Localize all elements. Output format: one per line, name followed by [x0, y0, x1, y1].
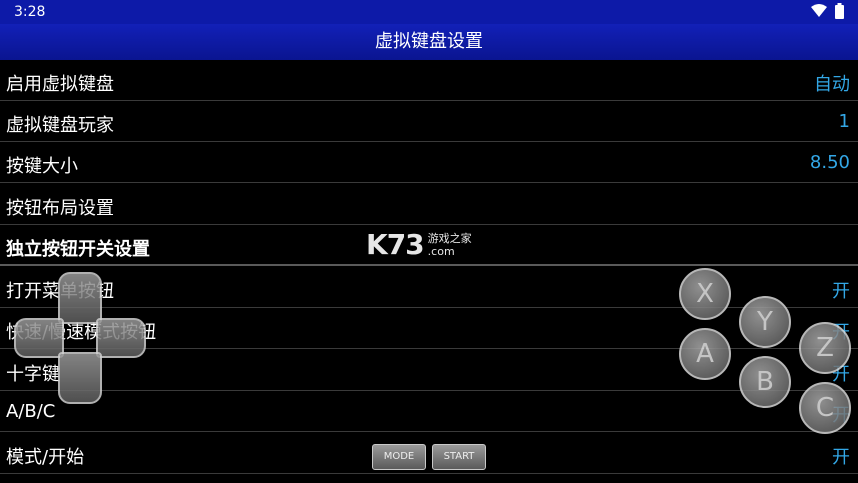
setting-label: 按键大小	[6, 156, 78, 177]
setting-label: 按钮布局设置	[6, 198, 114, 219]
setting-label: 启用虚拟键盘	[6, 74, 114, 95]
title-bar: 虚拟键盘设置	[0, 24, 858, 60]
setting-row-virtual-keyboard-player[interactable]: 虚拟键盘玩家 1	[0, 102, 858, 142]
setting-label: A/B/C	[6, 401, 56, 422]
setting-label: 模式/开始	[6, 447, 85, 468]
wifi-icon	[811, 4, 827, 17]
x-button[interactable]: X	[679, 268, 731, 320]
setting-value: 1	[838, 111, 850, 132]
z-button[interactable]: Z	[799, 322, 851, 374]
mode-button[interactable]: MODE	[372, 444, 426, 470]
setting-label: 十字键	[6, 364, 60, 385]
setting-row-enable-virtual-keyboard[interactable]: 启用虚拟键盘 自动	[0, 61, 858, 101]
dpad-left-button[interactable]	[14, 318, 64, 358]
setting-row-button-layout[interactable]: 按钮布局设置	[0, 185, 858, 225]
setting-value: 自动	[814, 74, 850, 95]
c-button[interactable]: C	[799, 382, 851, 434]
setting-row-mode-start[interactable]: 模式/开始 开	[0, 434, 858, 474]
dpad-up-button[interactable]	[58, 272, 102, 324]
watermark-logo-text: K73	[366, 228, 425, 261]
b-button[interactable]: B	[739, 356, 791, 408]
setting-value: 开	[832, 281, 850, 302]
battery-icon	[835, 3, 844, 19]
start-button[interactable]: START	[432, 444, 486, 470]
dpad-down-button[interactable]	[58, 352, 102, 404]
setting-label: 虚拟键盘玩家	[6, 115, 114, 136]
watermark-line2: .com	[427, 244, 455, 258]
dpad-right-button[interactable]	[96, 318, 146, 358]
setting-row-button-size[interactable]: 按键大小 8.50	[0, 143, 858, 183]
watermark-sub: 游戏之家 .com	[428, 232, 472, 258]
y-button[interactable]: Y	[739, 296, 791, 348]
status-icons	[811, 3, 844, 19]
watermark-logo: K73 游戏之家 .com	[366, 228, 472, 261]
setting-row-abc[interactable]: A/B/C 开	[0, 392, 858, 432]
setting-value: 开	[832, 447, 850, 468]
section-header-label: 独立按钮开关设置	[6, 239, 150, 260]
status-bar: 3:28	[0, 0, 858, 24]
page-title: 虚拟键盘设置	[375, 31, 483, 52]
setting-value: 8.50	[809, 152, 850, 173]
watermark-line1: 游戏之家	[427, 231, 472, 245]
status-time: 3:28	[14, 4, 46, 20]
a-button[interactable]: A	[679, 328, 731, 380]
